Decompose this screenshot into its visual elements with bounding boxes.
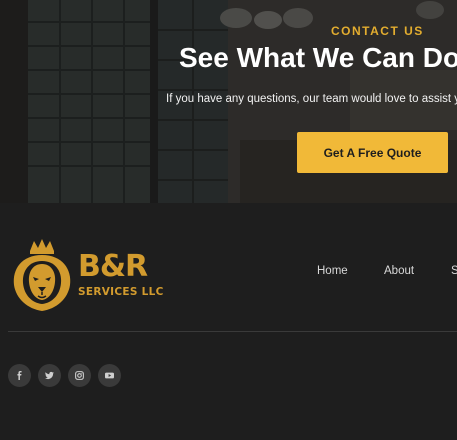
nav-link-about[interactable]: About bbox=[384, 265, 414, 277]
twitter-icon bbox=[45, 371, 54, 380]
nav-link-services[interactable]: S bbox=[451, 265, 457, 277]
brand-subtitle: SERVICES LLC bbox=[78, 286, 164, 298]
facebook-link[interactable] bbox=[8, 364, 31, 387]
facebook-icon bbox=[17, 371, 22, 380]
footer-nav: Home About S bbox=[0, 265, 457, 279]
footer-divider bbox=[8, 331, 457, 332]
get-free-quote-button[interactable]: Get A Free Quote bbox=[297, 132, 448, 173]
youtube-icon bbox=[105, 372, 114, 379]
instagram-link[interactable] bbox=[68, 364, 91, 387]
hero-eyebrow: CONTACT US bbox=[331, 24, 424, 38]
hero-description: If you have any questions, our team woul… bbox=[166, 93, 457, 105]
twitter-link[interactable] bbox=[38, 364, 61, 387]
youtube-link[interactable] bbox=[98, 364, 121, 387]
site-footer: B&R SERVICES LLC Home About S bbox=[0, 203, 457, 440]
contact-hero-section: CONTACT US See What We Can Do If you hav… bbox=[0, 0, 457, 203]
hero-title: See What We Can Do bbox=[179, 42, 457, 73]
social-links bbox=[8, 364, 121, 387]
nav-link-home[interactable]: Home bbox=[317, 265, 348, 277]
instagram-icon bbox=[75, 371, 84, 380]
